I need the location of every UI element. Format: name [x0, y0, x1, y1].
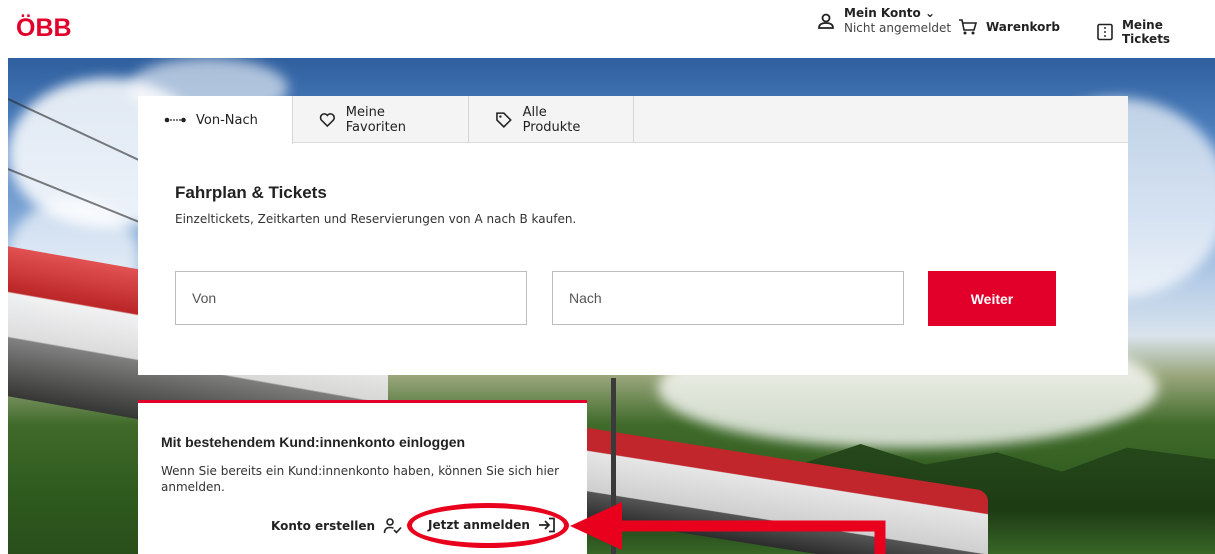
account-status: Nicht angemeldet	[844, 21, 952, 35]
tab-label: Alle Produkte	[522, 104, 581, 135]
account-menu[interactable]: Mein Konto ⌄ Nicht angemeldet	[816, 6, 951, 36]
login-description: Wenn Sie bereits ein Kund:innenkonto hab…	[161, 464, 560, 494]
tab-favorites[interactable]: Meine Favoriten	[293, 96, 469, 143]
booking-tabs: Von-Nach Meine Favoriten Alle Produkte	[138, 96, 1128, 144]
tab-label: Meine Favoriten	[345, 104, 406, 135]
my-tickets-label: Meine Tickets	[1121, 18, 1171, 46]
cart-label: Warenkorb	[986, 20, 1060, 34]
top-navigation: ÖBB Mein Konto ⌄ Nicht angemeldet Warenk…	[0, 0, 1215, 58]
user-add-icon	[383, 518, 402, 534]
tab-all-products[interactable]: Alle Produkte	[469, 96, 634, 143]
continue-button[interactable]: Weiter	[928, 271, 1056, 326]
annotation-highlight-ellipse	[407, 503, 569, 548]
tab-label: Von-Nach	[196, 112, 258, 128]
create-account-link[interactable]: Konto erstellen	[271, 517, 403, 535]
page-subtitle: Einzeltickets, Zeitkarten und Reservieru…	[175, 212, 577, 226]
from-input[interactable]	[175, 271, 527, 325]
chevron-down-icon: ⌄	[924, 6, 936, 20]
tab-von-nach[interactable]: Von-Nach	[138, 96, 293, 144]
account-label: Mein Konto ⌄	[844, 6, 936, 20]
obb-logo[interactable]: ÖBB	[16, 14, 72, 43]
tag-icon	[496, 111, 512, 128]
to-input[interactable]	[552, 271, 904, 325]
ticket-icon	[1097, 23, 1113, 41]
create-account-label: Konto erstellen	[271, 519, 376, 533]
route-dots-icon	[164, 117, 186, 123]
heart-icon	[319, 112, 335, 127]
cart-link[interactable]: Warenkorb	[958, 18, 1060, 36]
cart-icon	[959, 19, 978, 35]
user-icon	[818, 13, 834, 29]
my-tickets-link[interactable]: Meine Tickets	[1096, 18, 1215, 46]
login-title: Mit bestehendem Kund:innenkonto einlogge…	[161, 434, 466, 450]
page-title: Fahrplan & Tickets	[175, 183, 327, 202]
booking-card: Von-Nach Meine Favoriten Alle Produkte F…	[138, 96, 1128, 375]
